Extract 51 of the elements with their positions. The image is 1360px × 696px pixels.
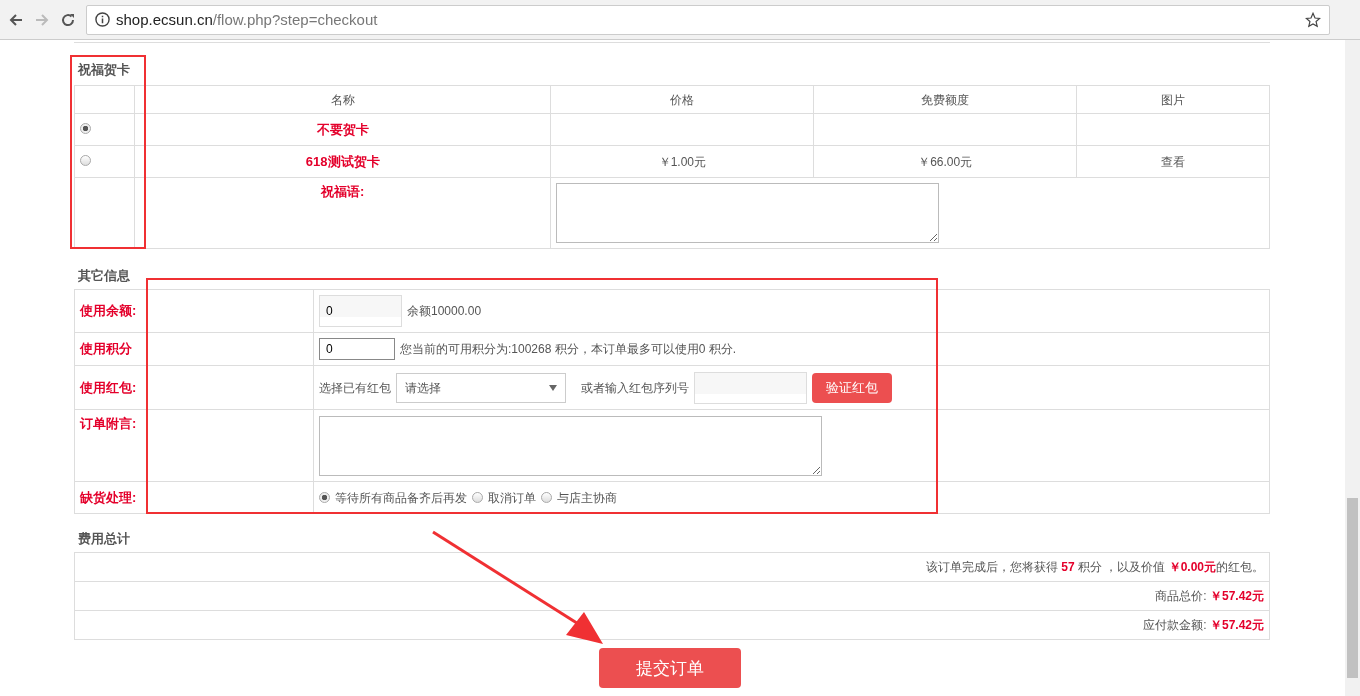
field-label: 订单附言: (80, 416, 137, 431)
radio-button[interactable] (541, 492, 552, 503)
column-header: 图片 (1076, 85, 1270, 114)
message-label: 祝福语: (321, 184, 365, 199)
field-label: 使用积分 (80, 341, 132, 356)
submit-order-button[interactable]: 提交订单 (599, 648, 741, 688)
points-input[interactable]: 0 (319, 338, 395, 360)
section-title: 祝福贺卡 (76, 61, 131, 79)
info-icon (95, 12, 110, 27)
option-label: 取消订单 (488, 489, 536, 506)
caret-icon (549, 384, 557, 391)
order-note-textarea[interactable] (319, 415, 822, 476)
free-amount: ￥66.00元 (918, 154, 973, 169)
reload-icon[interactable] (60, 11, 76, 28)
card-name: 不要贺卡 (316, 121, 369, 137)
summary-text: 该订单完成后，您将获得 57 积分 ，以及价值 ￥0.00元的红包。 (925, 560, 1264, 574)
radio-button[interactable] (319, 492, 330, 503)
points-note: 您当前的可用积分为:100268 积分，本订单最多可以使用0 积分. (400, 341, 737, 357)
radio-button[interactable] (472, 492, 483, 503)
column-header: 价格 (550, 85, 814, 114)
total-label: 应付款金额: (1143, 618, 1208, 632)
column-header: 名称 (134, 85, 551, 114)
address-bar[interactable]: shop.ecsun.cn/flow.php?step=checkout (86, 4, 1330, 35)
option-label: 等待所有商品备齐后再发 (335, 489, 467, 506)
balance-input[interactable]: 0 (319, 295, 402, 327)
star-icon[interactable] (1305, 11, 1321, 28)
message-textarea[interactable] (556, 183, 940, 243)
bonus-select[interactable]: 请选择 (396, 372, 566, 403)
total-amount: ￥57.42元 (1209, 589, 1264, 603)
total-amount: ￥57.42元 (1209, 618, 1264, 632)
serial-input[interactable] (694, 371, 807, 404)
card-name: 618测试贺卡 (305, 153, 380, 169)
field-label: 使用红包: (80, 379, 137, 395)
field-label: 使用余额: (80, 303, 137, 318)
serial-label: 或者输入红包序列号 (581, 379, 689, 396)
field-label: 缺货处理: (80, 489, 137, 505)
total-label: 商品总价: (1155, 589, 1208, 603)
card-price: ￥1.00元 (658, 154, 706, 169)
radio-button[interactable] (80, 123, 91, 135)
section-title: 其它信息 (77, 267, 131, 285)
forward-icon[interactable] (34, 11, 50, 28)
scrollbar-thumb[interactable] (1347, 498, 1358, 678)
view-link[interactable]: 查看 (1161, 154, 1186, 169)
back-icon[interactable] (8, 11, 24, 28)
column-header: 免费额度 (813, 85, 1077, 114)
option-label: 与店主协商 (557, 489, 617, 506)
balance-note: 余额10000.00 (407, 303, 482, 319)
select-label: 选择已有红包 (319, 379, 391, 396)
radio-button[interactable] (80, 155, 91, 167)
section-title: 费用总计 (77, 530, 131, 548)
verify-button[interactable]: 验证红包 (812, 372, 892, 403)
